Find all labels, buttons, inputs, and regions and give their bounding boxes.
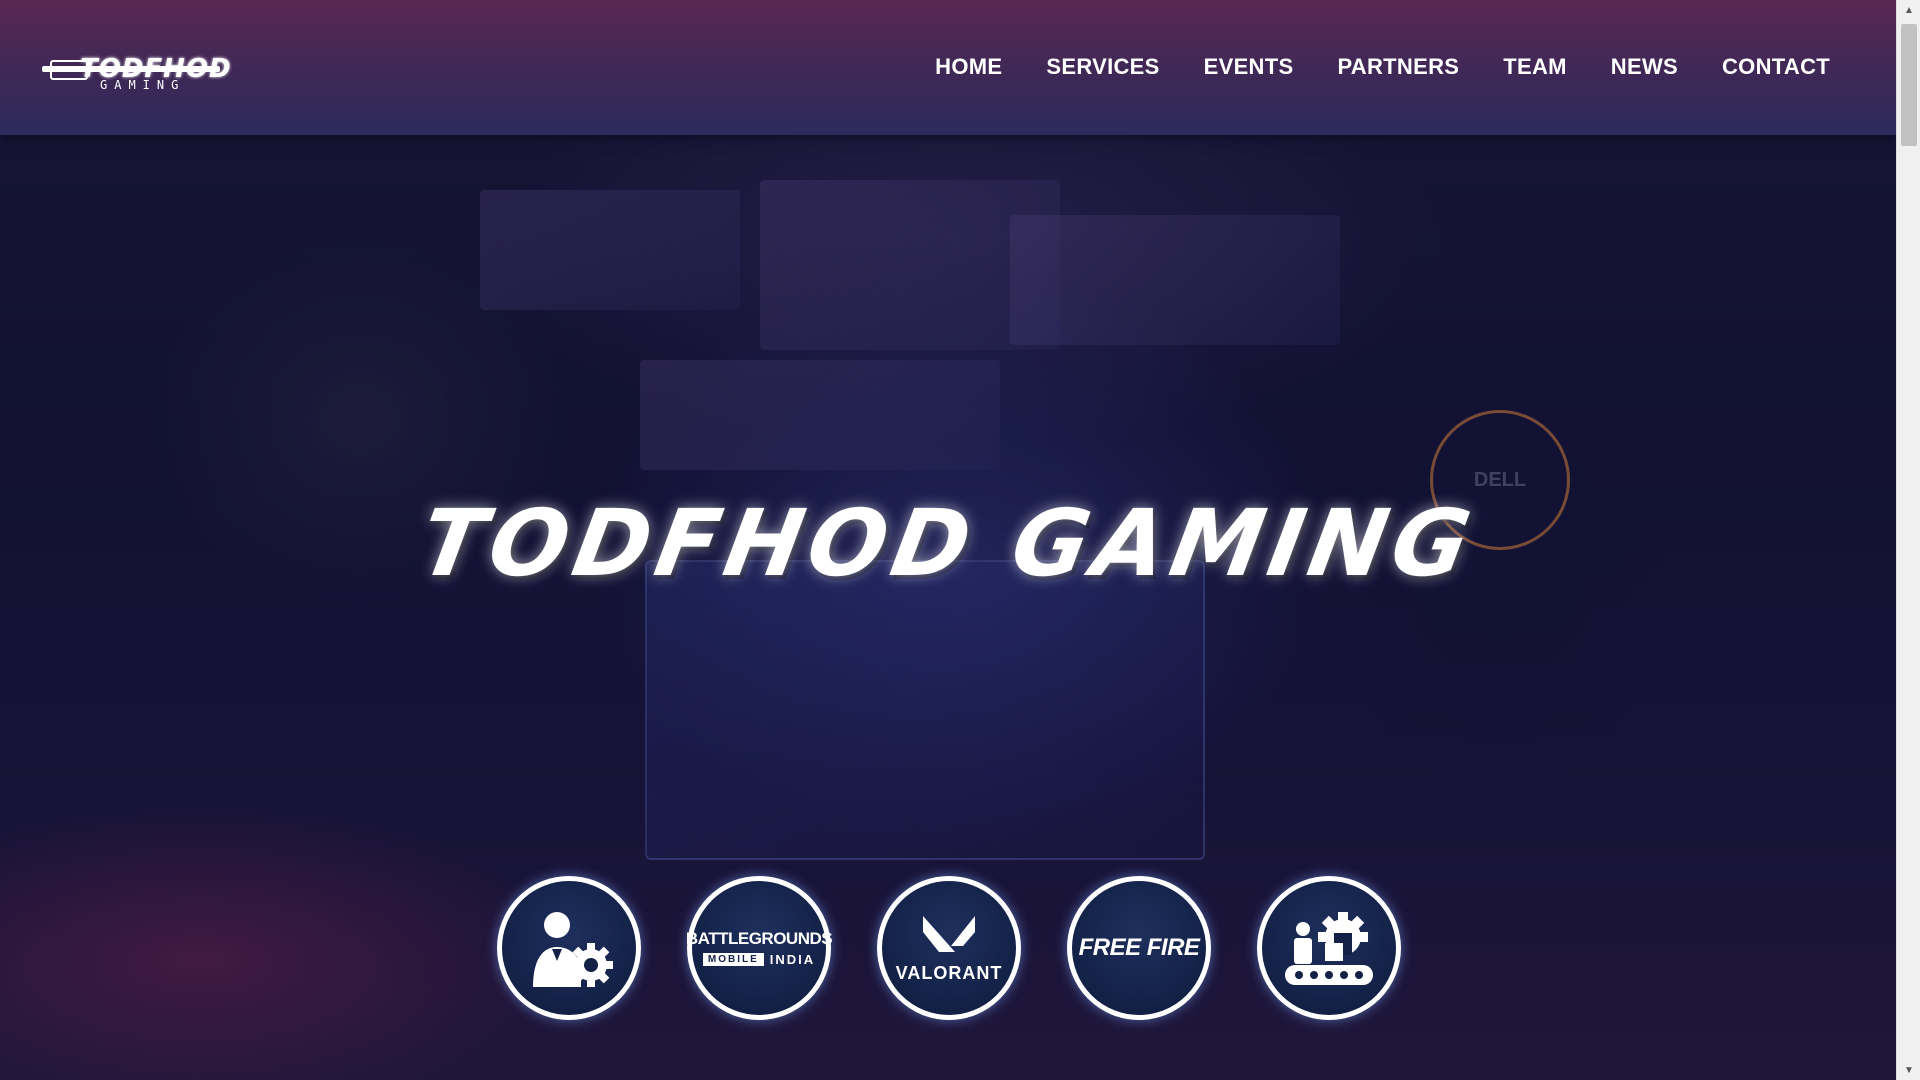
nav-home[interactable]: HOME bbox=[935, 54, 1002, 80]
management-circle[interactable] bbox=[497, 876, 641, 1020]
service-icons: BATTLEGROUNDS MOBILE INDIA VALORANT FREE… bbox=[497, 876, 1401, 1020]
nav-services[interactable]: SERVICES bbox=[1046, 54, 1159, 80]
valorant-v-icon bbox=[922, 916, 975, 952]
valorant-text: VALORANT bbox=[895, 963, 1003, 983]
bgmi-subtitle: MOBILE INDIA bbox=[686, 952, 832, 967]
arena-banner bbox=[760, 180, 1060, 350]
main-nav: HOME SERVICES EVENTS PARTNERS TEAM NEWS … bbox=[891, 54, 1830, 80]
bgmi-logo: BATTLEGROUNDS MOBILE INDIA bbox=[685, 929, 833, 967]
scroll-down-icon[interactable]: ▼ bbox=[1897, 1060, 1920, 1080]
production-circle[interactable] bbox=[1257, 876, 1401, 1020]
bgmi-circle[interactable]: BATTLEGROUNDS MOBILE INDIA bbox=[685, 876, 833, 1020]
scroll-thumb[interactable] bbox=[1901, 24, 1917, 146]
bgmi-mobile: MOBILE bbox=[702, 953, 764, 966]
bgmi-title: BATTLEGROUNDS bbox=[685, 929, 833, 948]
headphone-brand: DELL bbox=[1473, 469, 1527, 491]
nav-events[interactable]: EVENTS bbox=[1204, 54, 1294, 80]
top-navbar: TODFHOD GAMING HOME SERVICES EVENTS PART… bbox=[0, 0, 1896, 135]
freefire-circle[interactable]: FREE FIRE bbox=[1067, 876, 1211, 1020]
game-monitor bbox=[645, 560, 1205, 860]
valorant-circle[interactable]: VALORANT bbox=[877, 876, 1021, 1020]
nav-news[interactable]: NEWS bbox=[1611, 54, 1678, 80]
hero-title: TODFHOD GAMING bbox=[412, 490, 1484, 597]
arena-banner bbox=[1010, 215, 1340, 345]
vertical-scrollbar[interactable]: ▲ ▼ bbox=[1896, 0, 1920, 1080]
logo[interactable]: TODFHOD GAMING bbox=[42, 50, 231, 94]
production-line-icon bbox=[1285, 912, 1373, 985]
nav-contact[interactable]: CONTACT bbox=[1722, 54, 1830, 80]
bgmi-india: INDIA bbox=[769, 952, 816, 967]
page: DELL TODFHOD GAMING HOME SERVICES EVENTS… bbox=[0, 0, 1896, 1080]
valorant-logo: VALORANT bbox=[896, 912, 1003, 984]
nav-partners[interactable]: PARTNERS bbox=[1337, 54, 1459, 80]
nav-team[interactable]: TEAM bbox=[1503, 54, 1567, 80]
logo-subtext: GAMING bbox=[100, 78, 186, 92]
scroll-up-icon[interactable]: ▲ bbox=[1897, 0, 1920, 20]
arena-banner bbox=[480, 190, 740, 310]
freefire-text: FREE FIRE bbox=[1078, 934, 1200, 961]
manager-gear-icon bbox=[533, 912, 613, 987]
arena-banner bbox=[640, 360, 1000, 470]
